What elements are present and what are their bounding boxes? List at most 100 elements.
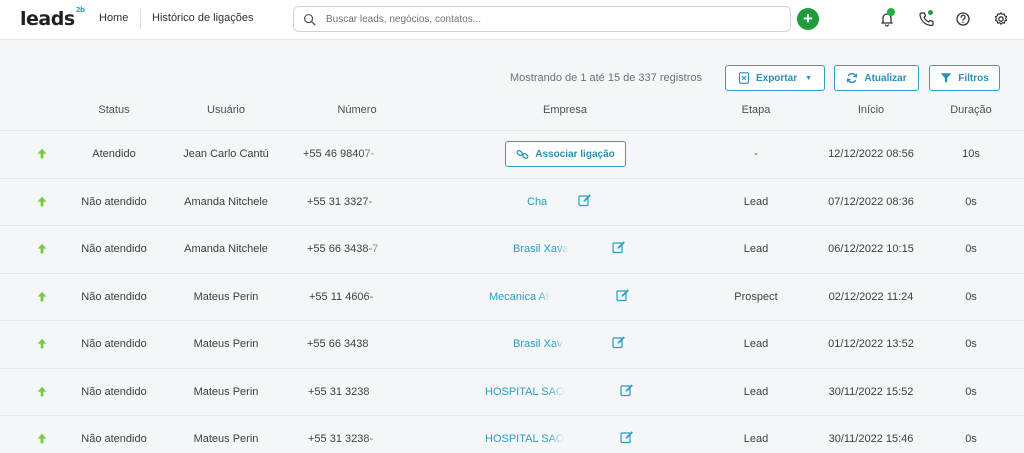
records-count: Mostrando de 1 até 15 de 337 registros (510, 72, 703, 84)
export-label: Exportar (755, 72, 798, 84)
number-cell: +55 31 3327- (307, 196, 373, 208)
filters-label: Filtros (958, 72, 989, 84)
outgoing-call-arrow-icon (37, 243, 47, 254)
status-cell: Não atendido (81, 243, 147, 255)
table-row[interactable]: Não atendido Mateus Perin +55 31 3238- HOSP… (0, 415, 1024, 453)
refresh-button[interactable]: Atualizar (834, 65, 919, 91)
associate-call-label: Associar ligação (535, 148, 615, 160)
export-button[interactable]: Exportar ▼ (725, 65, 825, 91)
column-company[interactable]: Empresa (543, 104, 587, 116)
start-cell: 06/12/2022 10:15 (828, 243, 914, 255)
table-row[interactable]: Não atendido Amanda Nitchele +55 31 3327- C… (0, 178, 1024, 225)
status-cell: Não atendido (81, 196, 147, 208)
status-cell: Não atendido (81, 433, 147, 445)
start-cell: 12/12/2022 08:56 (828, 148, 914, 160)
nav-home-link[interactable]: Home (99, 12, 128, 24)
edit-icon[interactable] (578, 193, 592, 207)
user-cell: Jean Carlo Cantú (183, 148, 269, 160)
outgoing-call-arrow-icon (37, 196, 47, 207)
duration-cell: 0s (965, 291, 977, 303)
search-icon (303, 13, 316, 26)
start-cell: 30/11/2022 15:46 (828, 433, 914, 445)
nav-current-page[interactable]: Histórico de ligações (152, 12, 254, 24)
number-cell: +55 11 4606- (309, 291, 374, 303)
stage-cell: Lead (743, 433, 769, 445)
filter-icon (941, 73, 952, 83)
company-link[interactable]: HOSPITAL SAO (485, 386, 565, 398)
outgoing-call-arrow-icon (37, 291, 47, 302)
user-cell: Mateus Perin (193, 433, 259, 445)
stage-cell: Lead (743, 243, 769, 255)
filters-button[interactable]: Filtros (929, 65, 1000, 91)
status-cell: Não atendido (81, 338, 147, 350)
company-link[interactable]: Brasil Xav (513, 338, 565, 350)
stage-cell: - (754, 148, 758, 160)
outgoing-call-arrow-icon (37, 433, 47, 444)
column-stage[interactable]: Etapa (742, 104, 771, 116)
search-input[interactable] (326, 10, 781, 28)
app-logo[interactable]: leads2b (20, 6, 85, 30)
associate-call-button[interactable]: Associar ligação (505, 141, 626, 167)
top-navbar: leads2b Home Histórico de ligações + (0, 0, 1024, 40)
notification-badge (887, 8, 895, 16)
duration-cell: 0s (965, 243, 977, 255)
edit-icon[interactable] (620, 430, 634, 444)
duration-cell: 0s (965, 338, 977, 350)
start-cell: 30/11/2022 15:52 (828, 386, 914, 398)
start-cell: 02/12/2022 11:24 (828, 291, 914, 303)
stage-cell: Prospect (734, 291, 778, 303)
number-cell: +55 46 98407- (303, 148, 375, 160)
edit-icon[interactable] (612, 240, 626, 254)
duration-cell: 10s (962, 148, 980, 160)
table-header: Status Usuário Número Empresa Etapa Iníc… (0, 96, 1024, 130)
user-cell: Amanda Nitchele (184, 196, 268, 208)
column-duration[interactable]: Duração (950, 104, 992, 116)
table-row[interactable]: Não atendido Mateus Perin +55 31 3238 HOSPI… (0, 368, 1024, 415)
status-cell: Atendido (92, 148, 136, 160)
link-icon (516, 149, 529, 159)
table-row[interactable]: Não atendido Mateus Perin +55 66 3438 Brasi… (0, 320, 1024, 367)
status-cell: Não atendido (81, 291, 147, 303)
search-box[interactable] (293, 6, 791, 32)
column-number[interactable]: Número (337, 104, 376, 116)
refresh-icon (847, 73, 858, 83)
stage-cell: Lead (743, 338, 769, 350)
number-cell: +55 31 3238- (308, 433, 374, 445)
number-cell: +55 66 3438 (307, 338, 369, 350)
duration-cell: 0s (965, 386, 977, 398)
stage-cell: Lead (743, 386, 769, 398)
number-cell: +55 31 3238 (308, 386, 370, 398)
user-cell: Mateus Perin (193, 338, 259, 350)
outgoing-call-arrow-icon (37, 338, 47, 349)
company-link[interactable]: Brasil Xava (513, 243, 569, 255)
phone-status-dot (928, 10, 933, 15)
help-icon[interactable] (955, 11, 971, 27)
refresh-label: Atualizar (864, 72, 907, 84)
nav-divider (140, 9, 141, 29)
company-link[interactable]: Cha (527, 196, 551, 208)
user-cell: Mateus Perin (193, 386, 259, 398)
company-link[interactable]: Mecanica Alv (489, 291, 551, 303)
user-cell: Mateus Perin (193, 291, 259, 303)
outgoing-call-arrow-icon (37, 148, 47, 159)
outgoing-call-arrow-icon (37, 386, 47, 397)
gear-icon[interactable] (993, 11, 1009, 27)
status-cell: Não atendido (81, 386, 147, 398)
excel-file-icon (738, 72, 750, 84)
column-start[interactable]: Início (858, 104, 884, 116)
company-link[interactable]: HOSPITAL SAO (485, 433, 565, 445)
table-row[interactable]: Não atendido Mateus Perin +55 11 4606- Meca… (0, 273, 1024, 320)
duration-cell: 0s (965, 196, 977, 208)
edit-icon[interactable] (616, 288, 630, 302)
chevron-down-icon: ▼ (805, 74, 813, 82)
add-button[interactable]: + (797, 8, 819, 30)
table-row[interactable]: Atendido Jean Carlo Cantú +55 46 98407- Ass… (0, 130, 1024, 177)
column-user[interactable]: Usuário (207, 104, 245, 116)
edit-icon[interactable] (612, 335, 626, 349)
table-row[interactable]: Não atendido Amanda Nitchele +55 66 3438-7… (0, 225, 1024, 272)
column-status[interactable]: Status (98, 104, 129, 116)
stage-cell: Lead (743, 196, 769, 208)
start-cell: 07/12/2022 08:36 (828, 196, 914, 208)
user-cell: Amanda Nitchele (184, 243, 268, 255)
edit-icon[interactable] (620, 383, 634, 397)
